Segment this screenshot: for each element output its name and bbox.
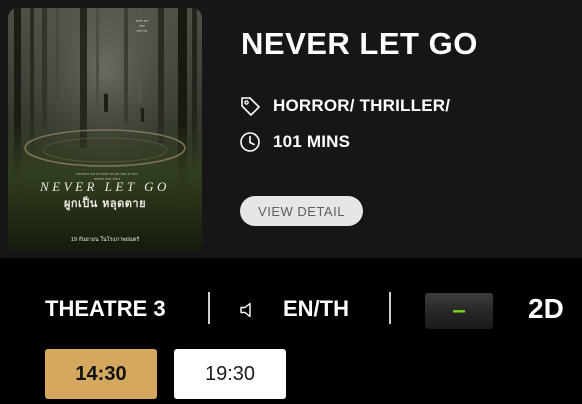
divider bbox=[389, 292, 391, 324]
theatre-name: THEATRE 3 bbox=[45, 296, 166, 321]
movie-card: ▪▪▪▪▪ ▪▪▪ ▪▪▪▪ ▪▪▪▪ ▪▪▪ ▪▪▪▪▪▪▪▪▪▪ ▪▪▪▪ … bbox=[0, 0, 582, 258]
showtime-button-selected[interactable]: 14:30 bbox=[45, 349, 157, 399]
tag-icon bbox=[241, 97, 260, 116]
poster-release-date: 19 กันยายน ในโรงภาพยนตร์ bbox=[70, 237, 140, 243]
poster-title-th: ผูกเป็น หลุดตาย bbox=[63, 197, 147, 210]
poster-forest-art bbox=[8, 8, 202, 252]
genre-text: HORROR/ THRILLER/ bbox=[273, 96, 451, 115]
duration-row: 101 MINS bbox=[239, 131, 350, 153]
divider bbox=[208, 292, 210, 324]
poster-title-en: NEVER LET GO bbox=[40, 179, 170, 194]
duration-text: 101 MINS bbox=[273, 132, 351, 151]
audio-language: EN/TH bbox=[283, 296, 349, 321]
movie-poster[interactable]: ▪▪▪▪▪ ▪▪▪ ▪▪▪▪ ▪▪▪▪ ▪▪▪ ▪▪▪▪▪▪▪▪▪▪ ▪▪▪▪ … bbox=[8, 8, 202, 252]
theatre-row: THEATRE 3 EN/TH – 2D bbox=[0, 284, 582, 334]
format-label: 2D bbox=[528, 293, 564, 324]
genre-row: HORROR/ THRILLER/ bbox=[239, 95, 450, 117]
movie-title: NEVER LET GO bbox=[241, 26, 478, 61]
clock-icon bbox=[240, 132, 260, 152]
poster-top-credits: ▪▪▪▪▪ ▪▪▪ ▪▪▪▪ ▪▪▪▪ ▪▪▪ bbox=[135, 18, 149, 33]
page: ▪▪▪▪▪ ▪▪▪ ▪▪▪▪ ▪▪▪▪ ▪▪▪ ▪▪▪▪▪▪▪▪▪▪ ▪▪▪▪ … bbox=[0, 0, 582, 404]
showtime-button[interactable]: 19:30 bbox=[174, 349, 286, 399]
view-detail-button[interactable]: VIEW DETAIL bbox=[240, 196, 363, 226]
rating-badge: – bbox=[425, 293, 493, 329]
speaker-icon bbox=[240, 302, 251, 318]
